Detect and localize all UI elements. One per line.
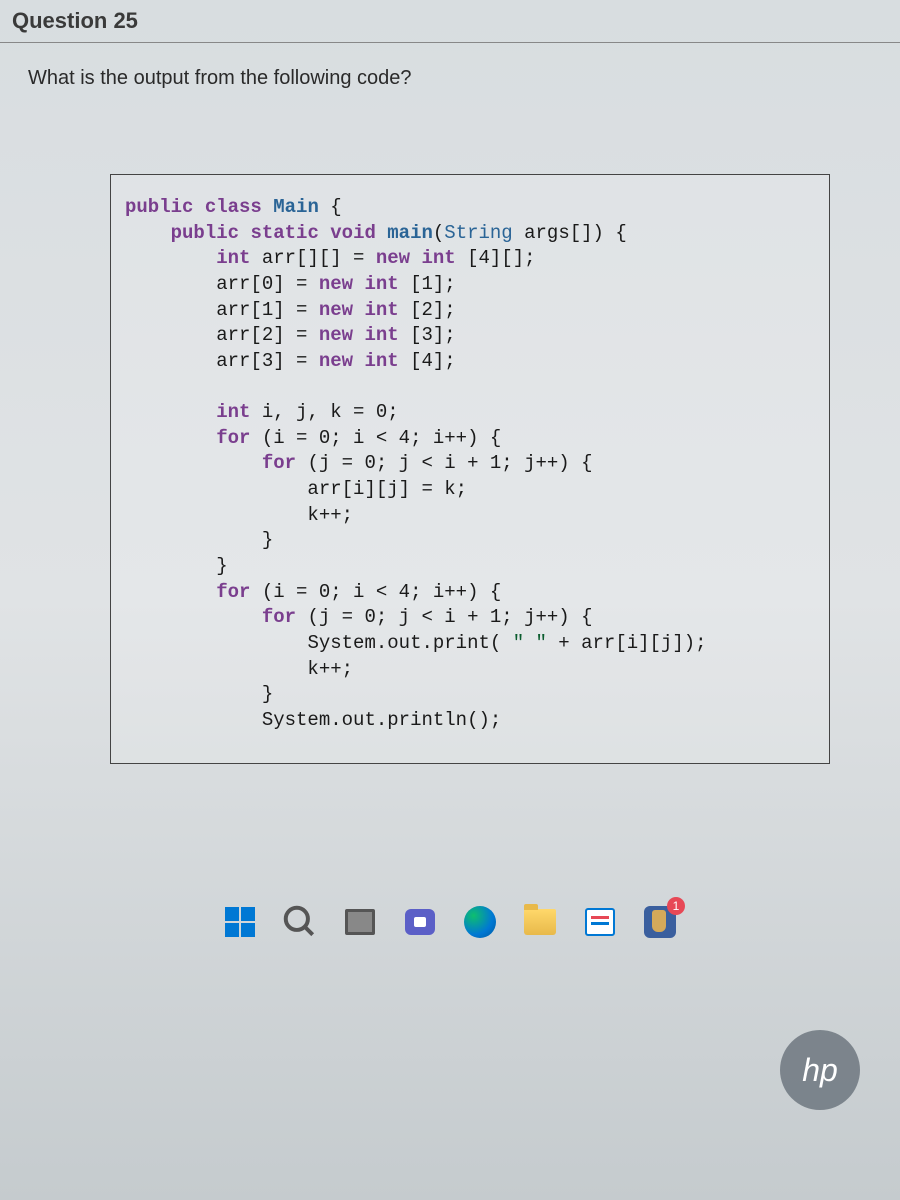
store-icon — [585, 908, 615, 936]
task-view-button[interactable] — [341, 903, 379, 941]
search-button[interactable] — [281, 903, 319, 941]
task-view-icon — [345, 909, 375, 935]
windows-icon — [225, 907, 255, 937]
folder-icon — [524, 909, 556, 935]
code-container: public class Main { public static void m… — [110, 174, 830, 764]
start-button[interactable] — [221, 903, 259, 941]
hp-logo: hp — [780, 1030, 860, 1110]
hp-logo-text: hp — [802, 1052, 838, 1089]
edge-icon — [464, 906, 496, 938]
question-header: Question 25 — [0, 0, 900, 43]
search-icon — [281, 903, 319, 941]
code-block: public class Main { public static void m… — [125, 195, 815, 733]
chat-icon — [405, 909, 435, 935]
chat-button[interactable] — [401, 903, 439, 941]
taskbar: 1 — [0, 894, 900, 950]
edge-button[interactable] — [461, 903, 499, 941]
question-number: Question 25 — [12, 8, 888, 34]
store-button[interactable] — [581, 903, 619, 941]
question-prompt: What is the output from the following co… — [0, 43, 900, 114]
notification-badge: 1 — [667, 897, 685, 915]
paint-button[interactable]: 1 — [641, 903, 679, 941]
file-explorer-button[interactable] — [521, 903, 559, 941]
